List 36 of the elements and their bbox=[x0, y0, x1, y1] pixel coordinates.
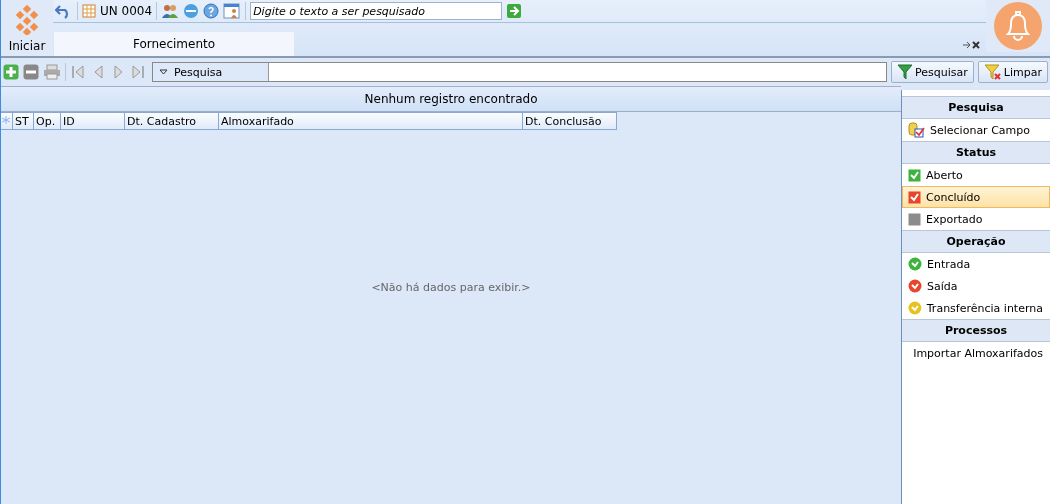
column-header[interactable]: Dt. Cadastro bbox=[125, 112, 219, 130]
section-header: Operação bbox=[902, 230, 1050, 253]
minus-circle-icon[interactable] bbox=[183, 3, 200, 19]
column-header[interactable]: Op. bbox=[34, 112, 61, 130]
field-select-icon bbox=[908, 122, 925, 138]
bell-icon bbox=[994, 2, 1042, 50]
unit-selector[interactable]: UN 0004 bbox=[82, 4, 153, 18]
print-icon[interactable] bbox=[43, 64, 61, 80]
help-icon[interactable] bbox=[203, 3, 220, 19]
start-button[interactable]: Iniciar bbox=[1, 0, 53, 56]
pin-close-icon[interactable] bbox=[962, 40, 982, 50]
column-header[interactable]: ST bbox=[13, 112, 34, 130]
section-header: Pesquisa bbox=[902, 96, 1050, 119]
section-header: Processos bbox=[902, 319, 1050, 342]
new-row-marker-icon bbox=[1, 112, 13, 130]
funnel-clear-icon bbox=[983, 64, 1002, 80]
go-arrow-icon[interactable] bbox=[506, 3, 523, 19]
add-icon[interactable] bbox=[3, 64, 19, 80]
empty-message: <Não há dados para exibir.> bbox=[371, 280, 531, 294]
sidebar-item[interactable]: Concluído bbox=[902, 186, 1050, 208]
search-field[interactable]: Digite o texto a ser pesquisado bbox=[250, 2, 503, 20]
tab[interactable]: Fornecimento bbox=[54, 32, 294, 56]
column-header[interactable]: Dt. Conclusão bbox=[523, 112, 617, 130]
clear-button[interactable]: Limpar bbox=[977, 61, 1048, 83]
grid-icon bbox=[82, 4, 96, 18]
funnel-icon bbox=[897, 64, 914, 80]
column-header[interactable]: Almoxarifado bbox=[219, 112, 523, 130]
group-panel: Nenhum registro encontrado bbox=[1, 87, 901, 112]
last-record-icon[interactable] bbox=[130, 64, 146, 80]
search-button[interactable]: Pesquisar bbox=[891, 61, 974, 83]
section-header: Status bbox=[902, 141, 1050, 164]
column-header[interactable]: ID bbox=[61, 112, 125, 130]
first-record-icon[interactable] bbox=[70, 64, 86, 80]
remove-icon[interactable] bbox=[23, 64, 39, 80]
user-card-icon[interactable] bbox=[223, 3, 242, 19]
users-icon[interactable] bbox=[161, 3, 180, 19]
